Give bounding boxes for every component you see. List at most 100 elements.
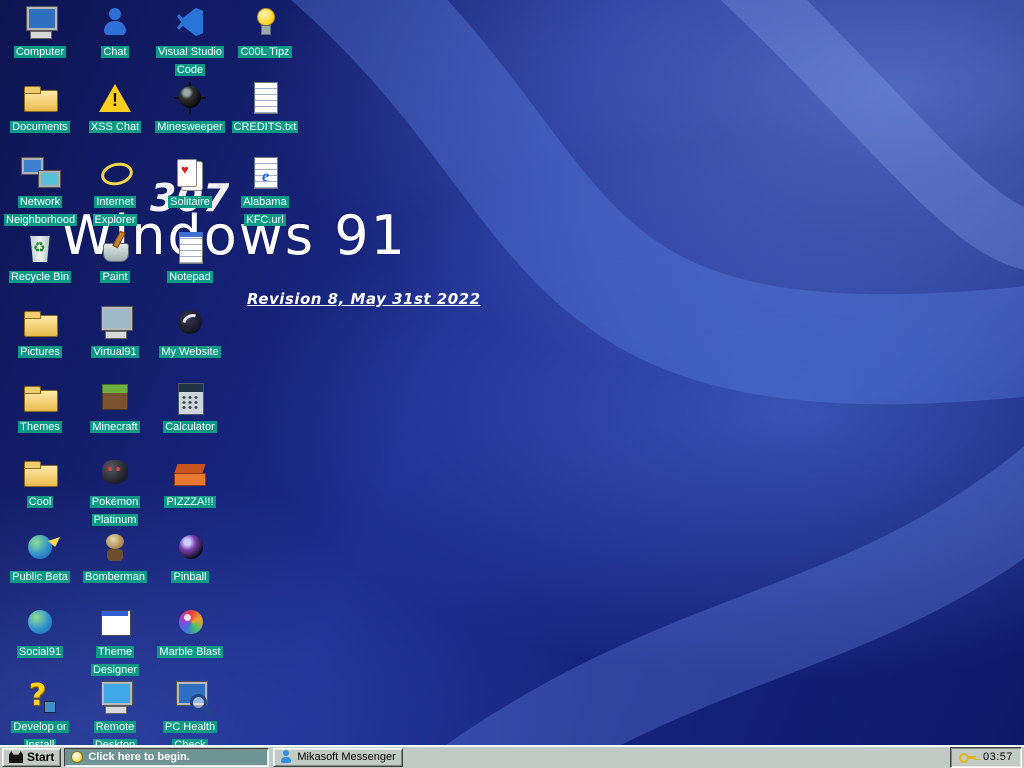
url-file-icon (246, 156, 284, 190)
taskbar-button[interactable]: Mikasoft Messenger (273, 747, 403, 767)
desktop-icon[interactable]: Alabama KFC.url (229, 156, 301, 228)
computer-icon (21, 6, 59, 40)
taskbar-button[interactable]: Click here to begin. (64, 747, 270, 767)
pizza-icon (171, 456, 209, 490)
desktop-icon[interactable]: XSS Chat (79, 81, 151, 135)
desktop: 307 Windows 91 Revision 8, May 31st 2022… (0, 0, 1024, 745)
desktop-icon[interactable]: Themes (4, 381, 76, 435)
globe-icon (21, 606, 59, 640)
vscode-icon (171, 6, 209, 40)
desktop-icon-label: Themes (18, 421, 62, 433)
desktop-icon-label: Computer (13, 46, 67, 58)
desktop-icon-label: Internet Explorer (92, 196, 138, 226)
health-icon (171, 681, 209, 715)
website-icon (171, 306, 209, 340)
desktop-icon[interactable]: Pictures (4, 306, 76, 360)
taskbar-button-area: Click here to begin. Mikasoft Messenger (64, 747, 947, 767)
taskbar: Start Click here to begin. Mikasoft Mess… (0, 745, 1024, 768)
desktop-icon-label: Minecraft (90, 421, 140, 433)
desktop-icon-label: Social91 (16, 646, 64, 658)
desktop-icon-label: Solitaire (168, 196, 212, 208)
desktop-icon[interactable]: Virtual91 (79, 306, 151, 360)
desktop-icon[interactable]: Marble Blast (154, 606, 226, 660)
network-icon (21, 156, 60, 190)
desktop-icon[interactable]: CREDITS.txt (229, 81, 301, 135)
desktop-icon[interactable]: Network Neighborhood (4, 156, 78, 228)
desktop-icon-label: Marble Blast (157, 646, 223, 658)
pokemon-icon (96, 456, 134, 490)
desktop-icon-label: Calculator (163, 421, 217, 433)
desktop-icon[interactable]: PIZZZA!!! (154, 456, 226, 510)
desktop-icon[interactable]: Pinball (154, 531, 226, 585)
desktop-icon[interactable]: C00L Tipz (229, 6, 301, 60)
desktop-icon[interactable]: Social91 (4, 606, 76, 660)
desktop-icon[interactable]: Internet Explorer (79, 156, 151, 228)
bomberman-icon (96, 531, 134, 565)
system-tray: 03:57 (949, 746, 1022, 768)
desktop-icon-label: PC Health Check (162, 721, 218, 745)
desktop-icon-label: CREDITS.txt (231, 121, 299, 133)
desktop-icon-label: Alabama KFC.url (241, 196, 289, 226)
desktop-icon[interactable]: Theme Designer (79, 606, 151, 678)
desktop-icon[interactable]: Chat (79, 6, 151, 60)
desktop-icon[interactable]: Documents (4, 81, 76, 135)
globe-wing-icon (21, 531, 59, 565)
cards-icon (171, 156, 209, 190)
text-file-icon (246, 81, 284, 115)
desktop-icon[interactable]: Visual Studio Code (154, 6, 226, 78)
desktop-icon-label: Pokémon Platinum (89, 496, 141, 526)
tips-icon (246, 6, 284, 40)
start-label: Start (27, 750, 55, 764)
window-icon (96, 606, 134, 640)
mikasoft-cat-icon (9, 751, 23, 763)
desktop-icon-label: Network Neighborhood (4, 196, 78, 226)
warning-icon (96, 81, 134, 115)
desktop-icon-grid: Computer Chat Visual Studio Code C00L Ti… (0, 0, 1024, 745)
desktop-icon-label: Pictures (18, 346, 62, 358)
desktop-icon-label: Virtual91 (91, 346, 139, 358)
desktop-icon[interactable]: Recycle Bin (4, 231, 76, 285)
paint-icon (96, 231, 134, 265)
desktop-icon-label: Visual Studio Code (155, 46, 224, 76)
desktop-icon-label: PIZZZA!!! (164, 496, 216, 508)
remote-icon (96, 681, 134, 715)
desktop-icon-label: Pinball (171, 571, 209, 583)
desktop-icon[interactable]: Remote Desktop (79, 681, 151, 745)
chat-icon (96, 6, 134, 40)
desktop-icon[interactable]: Cool (4, 456, 76, 510)
desktop-icon[interactable]: Public Beta (4, 531, 76, 585)
desktop-icon-label: Paint (100, 271, 130, 283)
desktop-icon[interactable]: My Website (154, 306, 226, 360)
desktop-icon-label: Theme Designer (90, 646, 140, 676)
desktop-icon[interactable]: Notepad (154, 231, 226, 285)
question-icon (21, 678, 59, 715)
tip-icon (71, 751, 84, 763)
desktop-icon-label: Recycle Bin (8, 271, 72, 283)
folder-icon (21, 456, 59, 490)
pinball-icon (171, 531, 209, 565)
desktop-icon-label: Develop or Install (11, 721, 69, 745)
desktop-icon[interactable]: Develop or Install (4, 678, 76, 745)
desktop-icon-label: XSS Chat (88, 121, 142, 133)
key-icon[interactable] (958, 752, 977, 763)
calculator-icon (171, 381, 209, 415)
recycle-bin-icon (21, 231, 59, 265)
messenger-icon (280, 750, 292, 764)
start-button[interactable]: Start (2, 747, 62, 767)
desktop-icon[interactable]: Computer (4, 6, 76, 60)
desktop-icon[interactable]: Pokémon Platinum (79, 456, 151, 528)
desktop-icon[interactable]: Calculator (154, 381, 226, 435)
desktop-icon[interactable]: Minesweeper (154, 81, 226, 135)
desktop-icon-label: Remote Desktop (92, 721, 138, 745)
desktop-icon[interactable]: Bomberman (79, 531, 151, 585)
desktop-icon-label: Bomberman (83, 571, 147, 583)
desktop-icon-label: My Website (159, 346, 221, 358)
desktop-icon[interactable]: Minecraft (79, 381, 151, 435)
desktop-icon-label: Chat (101, 46, 129, 58)
desktop-icon[interactable]: Paint (79, 231, 151, 285)
minecraft-icon (96, 381, 134, 415)
ie-icon (96, 156, 134, 190)
desktop-icon[interactable]: Solitaire (154, 156, 226, 210)
desktop-icon[interactable]: PC Health Check (154, 681, 226, 745)
desktop-icon-label: Public Beta (10, 571, 70, 583)
